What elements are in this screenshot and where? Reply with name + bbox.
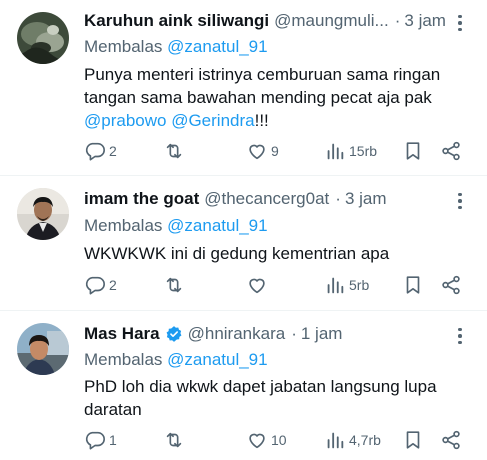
mention-link[interactable]: @prabowo [84, 111, 166, 130]
more-icon[interactable] [452, 326, 468, 346]
reply-context: Membalas @zanatul_91 [84, 216, 268, 236]
user-handle[interactable]: @thecancerg0at [204, 189, 329, 209]
like-count: 9 [271, 143, 279, 159]
like-icon [249, 278, 265, 294]
reply-count: 1 [109, 432, 117, 448]
views-count: 4,7rb [349, 432, 381, 448]
share-icon [442, 430, 460, 450]
bookmark-button[interactable] [402, 428, 424, 452]
views-button[interactable]: 15rb [324, 139, 377, 163]
retweet-button[interactable] [163, 273, 188, 297]
retweet-icon [166, 143, 182, 159]
timestamp[interactable]: 1 jam [301, 324, 343, 344]
views-icon [327, 432, 344, 449]
reply-button[interactable]: 1 [84, 428, 117, 452]
action-bar: 2 5rb [84, 273, 474, 297]
retweet-icon [166, 432, 182, 448]
more-icon[interactable] [452, 191, 468, 211]
like-button[interactable]: 9 [246, 139, 279, 163]
like-button[interactable]: 10 [246, 428, 287, 452]
bookmark-button[interactable] [402, 139, 424, 163]
reply-context: Membalas @zanatul_91 [84, 350, 268, 370]
reply-button[interactable]: 2 [84, 273, 117, 297]
timestamp[interactable]: 3 jam [345, 189, 387, 209]
tweet-text-line: tangan sama bawahan mending pecat aja pa… [84, 88, 432, 107]
views-count: 15rb [349, 143, 378, 159]
bookmark-icon [406, 276, 420, 294]
bookmark-icon [406, 431, 420, 449]
reply-prefix: Membalas [84, 216, 163, 235]
reply-prefix: Membalas [84, 37, 163, 56]
views-button[interactable]: 4,7rb [324, 428, 381, 452]
reply-count: 2 [109, 143, 117, 159]
avatar[interactable] [17, 12, 69, 64]
display-name[interactable]: Karuhun aink siliwangi [84, 11, 269, 31]
share-icon [442, 275, 460, 295]
views-icon [327, 277, 344, 294]
like-button[interactable] [246, 273, 271, 297]
share-button[interactable] [440, 273, 462, 297]
action-bar: 1 10 4,7rb [84, 428, 474, 452]
views-icon [327, 143, 344, 160]
tweet-text-line: WKWKWK ini di gedung kementrian apa [84, 244, 390, 263]
display-name[interactable]: Mas Hara [84, 324, 160, 344]
bookmark-button[interactable] [402, 273, 424, 297]
reply-mention-link[interactable]: @zanatul_91 [167, 37, 267, 56]
reply-icon [85, 431, 105, 450]
share-button[interactable] [440, 139, 462, 163]
reply-icon [85, 142, 105, 161]
tweet[interactable]: Karuhun aink siliwangi @maungmuli... · 3… [0, 0, 487, 176]
tweet[interactable]: Mas Hara @hnirankara · 1 jam Membalas @z… [0, 311, 487, 460]
reply-count: 2 [109, 277, 117, 293]
tweet[interactable]: imam the goat @thecancerg0at · 3 jam Mem… [0, 176, 487, 310]
display-name[interactable]: imam the goat [84, 189, 199, 209]
reply-button[interactable]: 2 [84, 139, 117, 163]
reply-mention-link[interactable]: @zanatul_91 [167, 350, 267, 369]
tweet-text: PhD loh dia wkwk dapet jabatan langsung … [84, 375, 464, 421]
reply-context: Membalas @zanatul_91 [84, 37, 268, 57]
separator-dot: · [291, 324, 297, 343]
reply-prefix: Membalas [84, 350, 163, 369]
tweet-text-line: daratan [84, 400, 142, 419]
verified-badge-icon [165, 325, 183, 343]
tweet-text-line: PhD loh dia wkwk dapet jabatan langsung … [84, 377, 437, 396]
retweet-icon [166, 277, 182, 293]
bookmark-icon [406, 142, 420, 160]
user-handle[interactable]: @hnirankara [188, 324, 286, 344]
like-icon [249, 144, 265, 160]
tweet-text-line: Punya menteri istrinya cemburuan sama ri… [84, 65, 441, 84]
avatar[interactable] [17, 188, 69, 240]
action-bar: 2 9 15rb [84, 139, 474, 163]
separator-dot: · [394, 11, 401, 30]
views-button[interactable]: 5rb [324, 273, 369, 297]
mention-link[interactable]: @Gerindra [171, 111, 254, 130]
reply-icon [85, 276, 105, 295]
views-count: 5rb [349, 277, 370, 293]
avatar[interactable] [17, 323, 69, 375]
reply-mention-link[interactable]: @zanatul_91 [167, 216, 267, 235]
tweet-text: WKWKWK ini di gedung kementrian apa [84, 242, 464, 265]
separator-dot: · [335, 189, 341, 208]
share-icon [442, 141, 460, 161]
retweet-button[interactable] [163, 139, 188, 163]
tweet-text: Punya menteri istrinya cemburuan sama ri… [84, 63, 464, 132]
retweet-button[interactable] [163, 428, 188, 452]
tweet-text-suffix: !!! [254, 111, 269, 130]
more-icon[interactable] [452, 13, 468, 33]
like-icon [249, 433, 265, 449]
timestamp[interactable]: 3 jam [404, 11, 446, 31]
share-button[interactable] [440, 428, 462, 452]
like-count: 10 [271, 432, 287, 448]
user-handle[interactable]: @maungmuli... [274, 11, 389, 31]
